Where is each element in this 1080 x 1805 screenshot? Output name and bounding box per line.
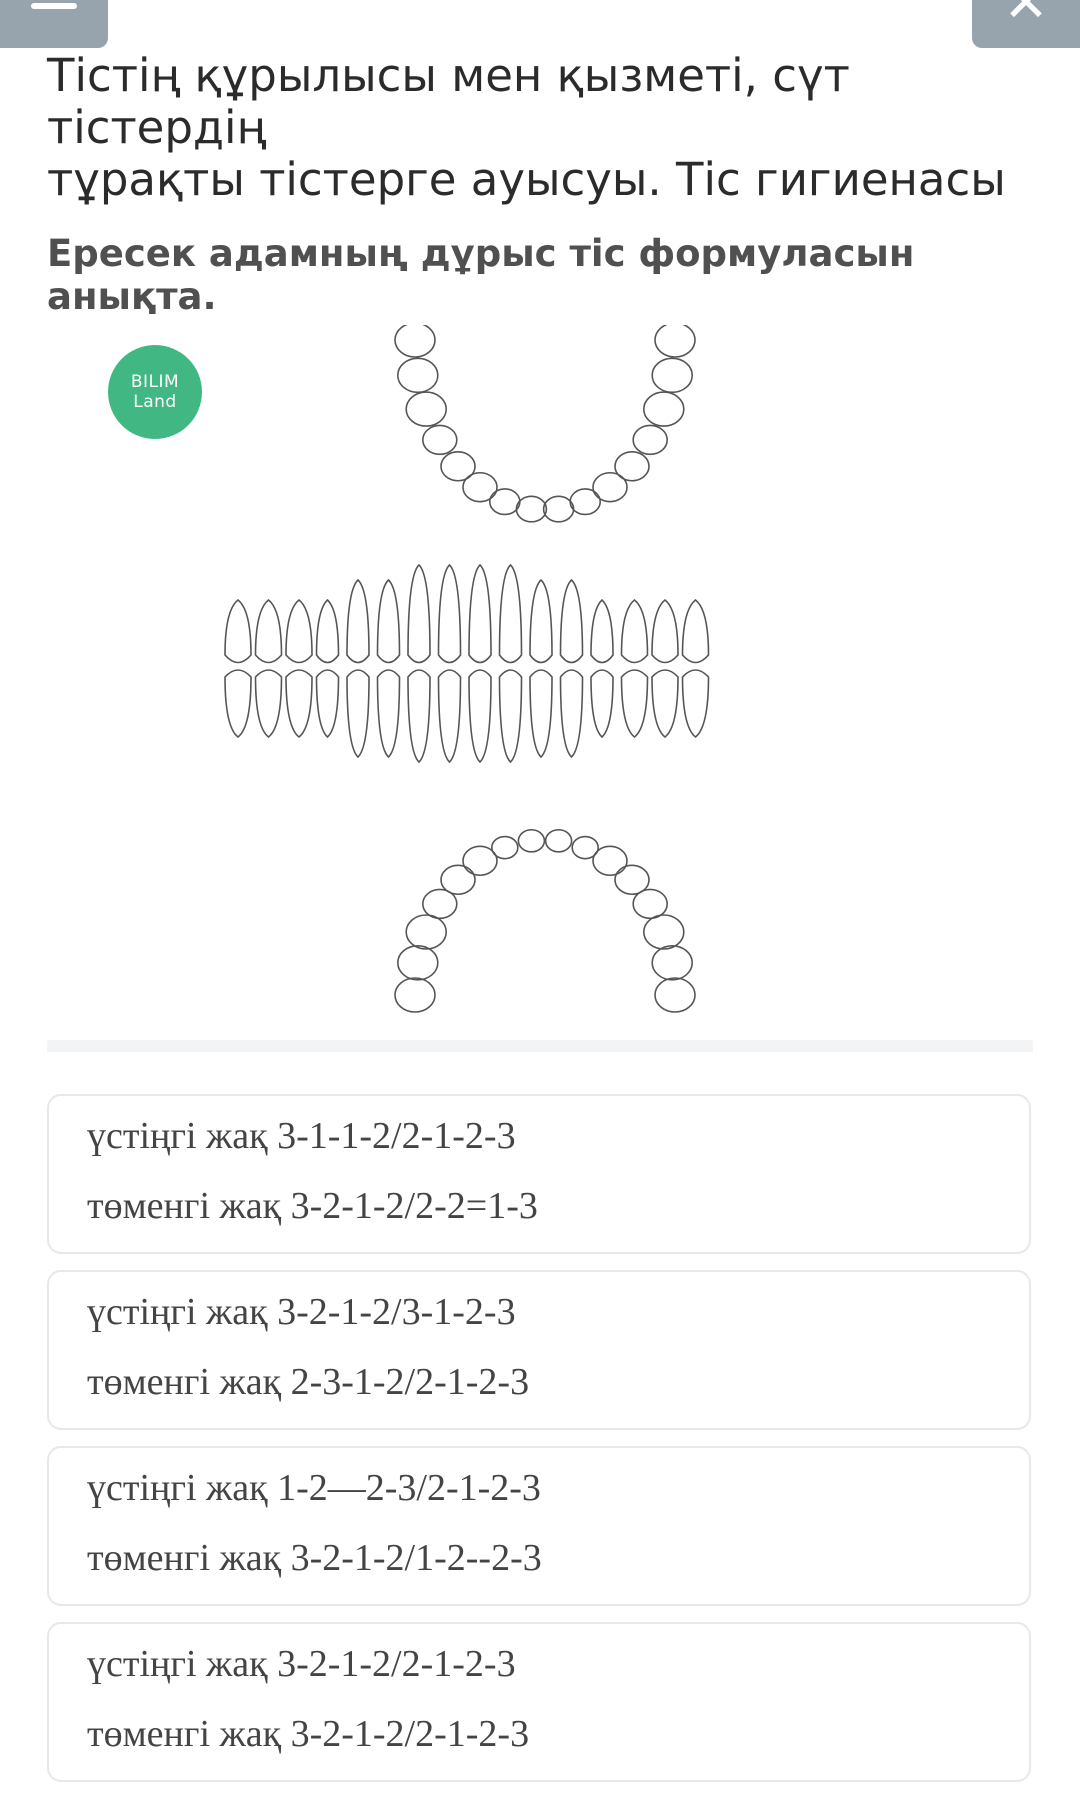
lower-row-tooth <box>620 669 649 739</box>
option-upper-jaw: үстіңгі жақ 3-2-1-2/3-1-2-3 <box>87 1291 516 1333</box>
lower-arch-tooth <box>592 845 628 877</box>
lower-row-tooth <box>285 669 313 739</box>
upper-row-tooth <box>468 563 492 664</box>
option-lower-jaw: төменгі жақ 3-2-1-2/2-1-2-3 <box>87 1713 530 1755</box>
lesson-title: Тістің құрылысы мен қызметі, сүт тістерд… <box>47 50 1047 206</box>
upper-arch-tooth <box>569 488 602 516</box>
logo-line2: Land <box>133 392 177 412</box>
upper-row-tooth <box>529 578 553 664</box>
upper-row-tooth <box>285 598 313 664</box>
upper-arch-tooth <box>397 357 439 394</box>
upper-row-tooth <box>590 598 614 664</box>
lesson-title-line2: тұрақты тістерге ауысуы. Тіс гигиенасы <box>47 153 1006 206</box>
hamburger-icon <box>31 3 77 9</box>
upper-row-tooth <box>224 598 252 664</box>
lower-row-tooth <box>681 669 710 739</box>
lower-arch-tooth <box>654 977 696 1013</box>
lower-arch-tooth <box>397 944 439 981</box>
lower-row-tooth <box>468 669 492 764</box>
close-icon: ✕ <box>1003 0 1049 34</box>
option-lower-jaw: төменгі жақ 3-2-1-2/2-2=1-3 <box>87 1185 538 1227</box>
lesson-title-line1: Тістің құрылысы мен қызметі, сүт тістерд… <box>47 49 850 154</box>
lower-row-tooth <box>315 669 340 739</box>
lower-row-tooth <box>346 669 370 759</box>
lower-arch-tooth <box>394 977 436 1013</box>
question-text: Ересек адамның дұрыс тіс формуласын анық… <box>47 232 915 318</box>
option-lower-jaw: төменгі жақ 2-3-1-2/2-1-2-3 <box>87 1361 530 1403</box>
upper-arch-tooth <box>614 451 650 482</box>
upper-row-tooth <box>376 578 401 664</box>
answer-option-3[interactable]: үстіңгі жақ 1-2—2-3/2-1-2-3 төменгі жақ … <box>47 1446 1031 1606</box>
lower-arch-tooth <box>517 828 546 853</box>
option-lower-jaw: төменгі жақ 3-2-1-2/1-2--2-3 <box>87 1537 542 1579</box>
upper-row-tooth <box>559 578 584 664</box>
upper-row-tooth <box>620 598 649 664</box>
upper-arch-tooth <box>632 424 669 456</box>
bilimland-logo: BILIM Land <box>108 345 202 439</box>
divider <box>47 1040 1033 1052</box>
upper-arch-tooth <box>422 424 458 456</box>
upper-row-tooth <box>315 598 340 664</box>
lower-row-tooth <box>224 669 252 739</box>
lower-row-tooth <box>498 669 523 764</box>
option-upper-jaw: үстіңгі жақ 1-2—2-3/2-1-2-3 <box>87 1467 541 1509</box>
upper-arch-tooth <box>462 471 498 503</box>
lower-arch-tooth <box>632 888 669 920</box>
close-button[interactable]: ✕ <box>972 0 1080 48</box>
upper-row-tooth <box>346 578 370 664</box>
answer-option-1[interactable]: үстіңгі жақ 3-1-1-2/2-1-2-3 төменгі жақ … <box>47 1094 1031 1254</box>
upper-arch-tooth <box>642 391 685 427</box>
lower-row-tooth <box>651 669 679 739</box>
lower-arch-tooth <box>405 914 447 950</box>
upper-row-tooth <box>498 563 523 664</box>
logo-line1: BILIM <box>130 372 180 392</box>
upper-row-tooth <box>407 563 431 664</box>
upper-arch-tooth <box>515 495 548 523</box>
upper-arch-tooth <box>651 357 694 394</box>
upper-row-tooth <box>681 598 710 664</box>
lower-row-tooth <box>376 669 401 759</box>
upper-arch-tooth <box>488 488 521 516</box>
answer-option-4[interactable]: үстіңгі жақ 3-2-1-2/2-1-2-3 төменгі жақ … <box>47 1622 1031 1782</box>
lower-row-tooth <box>529 669 553 759</box>
answer-option-2[interactable]: үстіңгі жақ 3-2-1-2/3-1-2-3 төменгі жақ … <box>47 1270 1031 1430</box>
teeth-diagram <box>224 325 710 1013</box>
lower-row-tooth <box>590 669 614 739</box>
menu-button[interactable] <box>0 0 108 48</box>
upper-arch-tooth <box>405 391 447 427</box>
upper-row-tooth <box>254 598 283 664</box>
lower-row-tooth <box>437 669 462 764</box>
lower-arch-tooth <box>651 944 694 981</box>
upper-arch-tooth <box>394 325 436 358</box>
upper-arch-tooth <box>654 325 696 358</box>
upper-row-tooth <box>651 598 679 664</box>
upper-row-tooth <box>437 563 462 664</box>
upper-arch-tooth <box>542 495 575 523</box>
lower-arch-tooth <box>440 864 476 896</box>
option-upper-jaw: үстіңгі жақ 3-1-1-2/2-1-2-3 <box>87 1115 516 1157</box>
lower-arch-tooth <box>544 828 573 853</box>
lower-row-tooth <box>407 669 431 764</box>
lower-row-tooth <box>254 669 283 739</box>
lower-arch-tooth <box>642 914 685 950</box>
lower-row-tooth <box>559 669 584 759</box>
option-upper-jaw: үстіңгі жақ 3-2-1-2/2-1-2-3 <box>87 1643 516 1685</box>
lower-arch-tooth <box>490 835 519 860</box>
